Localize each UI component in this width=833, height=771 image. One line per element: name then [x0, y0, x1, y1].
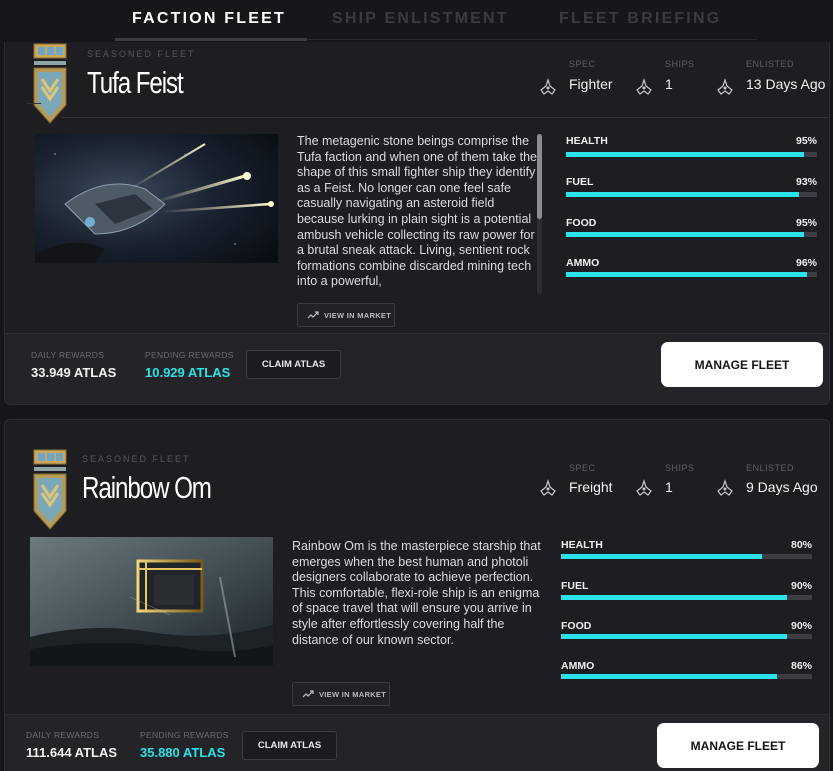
- spec-label: SPEC: [569, 463, 596, 473]
- health-label: HEALTH: [561, 539, 603, 551]
- food-value: 90%: [790, 620, 812, 632]
- ships-value: 1: [665, 76, 673, 92]
- food-bar: [561, 634, 812, 639]
- daily-rewards-value: 33.949 ATLAS: [31, 365, 117, 380]
- fleet-card: SEASONED FLEET Rainbow Om SPEC Freight S…: [4, 419, 830, 771]
- fuel-value: 93%: [795, 176, 817, 188]
- ship-icon: [540, 78, 556, 95]
- daily-rewards-label: DAILY REWARDS: [26, 730, 100, 740]
- fuel-label: FUEL: [561, 580, 589, 592]
- pending-rewards-value: 35.880 ATLAS: [140, 745, 226, 760]
- ammo-label: AMMO: [566, 257, 600, 269]
- market-label: VIEW IN MARKET: [319, 689, 387, 699]
- description-scrollbar[interactable]: [537, 134, 542, 294]
- tab-divider: [307, 39, 757, 40]
- header-divider: [61, 117, 829, 118]
- food-label: FOOD: [566, 217, 597, 229]
- fleet-rank-badge-icon: [33, 43, 67, 124]
- ship-icon: [717, 479, 733, 496]
- fleet-tier: SEASONED FLEET: [87, 49, 196, 59]
- claim-atlas-button[interactable]: CLAIM ATLAS: [246, 350, 341, 379]
- fuel-value: 90%: [790, 580, 812, 592]
- trend-up-icon: [307, 311, 319, 319]
- spec-label: SPEC: [569, 59, 596, 69]
- rewards-footer: DAILY REWARDS 111.644 ATLAS PENDING REWA…: [5, 714, 829, 771]
- claim-atlas-button[interactable]: CLAIM ATLAS: [242, 731, 337, 760]
- daily-rewards-value: 111.644 ATLAS: [26, 745, 118, 760]
- spec-value: Freight: [569, 479, 613, 495]
- view-in-market-button[interactable]: VIEW IN MARKET: [292, 682, 390, 706]
- food-value: 95%: [795, 217, 817, 229]
- pending-rewards-value: 10.929 ATLAS: [145, 365, 231, 380]
- ship-description: Rainbow Om is the masterpiece starship t…: [292, 539, 541, 647]
- ammo-bar: [561, 674, 812, 679]
- health-bar: [566, 152, 817, 157]
- ship-icon: [540, 479, 556, 496]
- ship-image: [35, 134, 278, 263]
- ship-icon: [636, 479, 652, 496]
- active-tab-underline: [115, 38, 307, 41]
- ships-label: SHIPS: [665, 463, 695, 473]
- enlisted-value: 13 Days Ago: [746, 76, 826, 92]
- ship-description: The metagenic stone beings comprise the …: [297, 134, 537, 289]
- ammo-label: AMMO: [561, 660, 595, 672]
- enlisted-value: 9 Days Ago: [746, 479, 818, 495]
- daily-rewards-label: DAILY REWARDS: [31, 350, 105, 360]
- ship-image: [30, 537, 273, 666]
- food-bar: [566, 232, 817, 237]
- top-tab-bar: FACTION FLEET SHIP ENLISTMENT FLEET BRIE…: [0, 0, 833, 42]
- ship-icon: [636, 78, 652, 95]
- spec-value: Fighter: [569, 76, 613, 92]
- fuel-bar: [566, 192, 817, 197]
- rewards-footer: DAILY REWARDS 33.949 ATLAS PENDING REWAR…: [5, 333, 829, 404]
- pending-rewards-label: PENDING REWARDS: [145, 350, 234, 360]
- fuel-bar: [561, 595, 812, 600]
- ammo-value: 86%: [790, 660, 812, 672]
- enlisted-label: ENLISTED: [746, 59, 795, 69]
- tab-fleet-briefing[interactable]: FLEET BRIEFING: [559, 10, 721, 28]
- fleet-name: Rainbow Om: [82, 470, 212, 505]
- health-label: HEALTH: [566, 135, 608, 147]
- fleet-rank-badge-icon: [33, 449, 67, 530]
- fleet-name: Tufa Feist: [87, 65, 184, 100]
- ships-label: SHIPS: [665, 59, 695, 69]
- ships-value: 1: [665, 479, 673, 495]
- manage-fleet-button[interactable]: MANAGE FLEET: [657, 723, 819, 768]
- fleet-card: SEASONED FLEET Tufa Feist SPEC Fighter S…: [4, 8, 830, 405]
- health-bar: [561, 554, 812, 559]
- health-value: 95%: [795, 135, 817, 147]
- header-divider: [27, 103, 41, 104]
- market-label: VIEW IN MARKET: [324, 310, 392, 320]
- enlisted-label: ENLISTED: [746, 463, 795, 473]
- tab-ship-enlistment[interactable]: SHIP ENLISTMENT: [332, 10, 509, 28]
- manage-fleet-button[interactable]: MANAGE FLEET: [661, 342, 823, 387]
- ammo-bar: [566, 272, 817, 277]
- fleet-tier: SEASONED FLEET: [82, 454, 191, 464]
- ammo-value: 96%: [795, 257, 817, 269]
- view-in-market-button[interactable]: VIEW IN MARKET: [297, 303, 395, 327]
- health-value: 80%: [790, 539, 812, 551]
- trend-up-icon: [302, 690, 314, 698]
- pending-rewards-label: PENDING REWARDS: [140, 730, 229, 740]
- tab-faction-fleet[interactable]: FACTION FLEET: [132, 10, 286, 28]
- fuel-label: FUEL: [566, 176, 594, 188]
- ship-icon: [717, 78, 733, 95]
- food-label: FOOD: [561, 620, 592, 632]
